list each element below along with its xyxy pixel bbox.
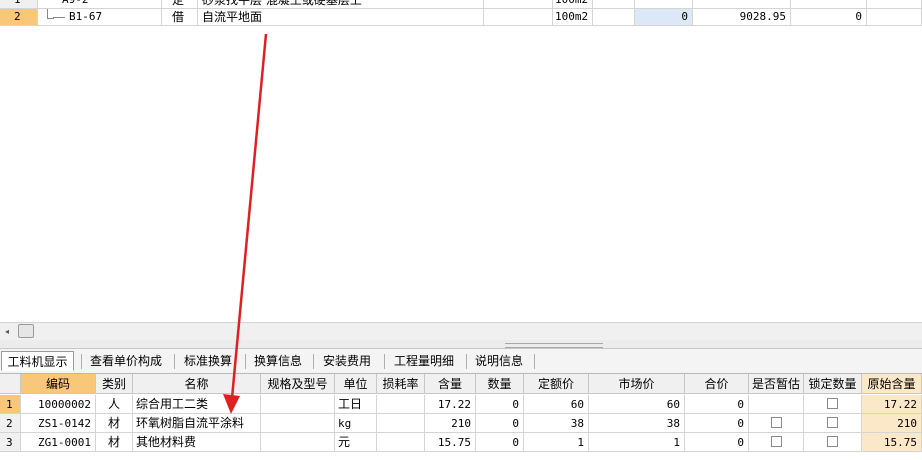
col-header-original-content[interactable]: 原始含量 [862,374,922,394]
tree-line-icon [47,9,54,19]
resource-name[interactable]: 综合用工二类 [133,395,261,414]
quota-unit-price: 9028.95 [693,9,791,25]
quota-total: 0 [791,9,867,25]
resource-category[interactable]: 人 [96,395,133,414]
quota-unit: 100m2 [553,9,593,25]
resource-unit[interactable]: 工日 [335,395,377,414]
resource-quota-price: 1 [524,433,589,452]
tab-conversion-info[interactable]: 换算信息 [248,351,308,371]
grid-empty-area [0,26,922,322]
resource-original-content: 210 [862,414,922,433]
row-index: 3 [0,433,21,452]
quota-name: 砂浆找平层 混凝土或硬基层上 [198,0,484,8]
splitter-grip-icon[interactable] [505,343,603,348]
horizontal-scrollbar[interactable]: ◂ [0,322,922,341]
resource-quantity: 0 [476,433,524,452]
col-header-provisional[interactable]: 是否暂估 [749,374,804,394]
resource-content[interactable]: 210 [425,414,476,433]
scroll-left-icon[interactable]: ◂ [2,326,12,337]
resource-spec[interactable] [261,414,335,433]
col-header-name[interactable]: 名称 [133,374,261,394]
col-header-content[interactable]: 含量 [425,374,476,394]
resource-quantity: 0 [476,414,524,433]
locked-quantity-cell[interactable] [804,414,862,433]
resource-original-content: 17.22 [862,395,922,414]
tab-installation-fee[interactable]: 安装费用 [316,351,378,371]
col-header-total[interactable]: 合价 [685,374,749,394]
col-header-code[interactable]: 编码 [21,374,96,394]
quota-code: B1-67 [69,10,103,23]
col-header-quota-price[interactable]: 定额价 [524,374,589,394]
row-index: 2 [0,9,38,25]
col-header-category[interactable]: 类别 [96,374,133,394]
resource-unit[interactable]: kg [335,414,377,433]
resource-name[interactable]: 其他材料费 [133,433,261,452]
resource-loss-rate[interactable] [377,414,425,433]
resource-code[interactable]: ZS1-0142 [21,414,96,433]
row-index: 2 [0,414,21,433]
resource-category[interactable]: 材 [96,433,133,452]
quota-code-cell: B1-67 [38,9,162,25]
resource-unit[interactable]: 元 [335,433,377,452]
provisional-checkbox[interactable] [770,436,782,447]
locked-quantity-checkbox[interactable] [827,436,838,447]
table-row[interactable]: 1 A9-2 定 砂浆找平层 混凝土或硬基层上 100m2 [0,0,922,9]
resource-quota-price: 38 [524,414,589,433]
resource-loss-rate[interactable] [377,395,425,414]
resource-content[interactable]: 15.75 [425,433,476,452]
resource-content[interactable]: 17.22 [425,395,476,414]
provisional-cell[interactable] [749,433,804,452]
provisional-checkbox[interactable] [770,417,782,428]
resource-loss-rate[interactable] [377,433,425,452]
quota-unit: 100m2 [553,0,593,8]
table-row[interactable]: 1 10000002 人 综合用工二类 工日 17.22 0 60 60 0 1… [0,395,922,414]
tab-labor-material-machine[interactable]: 工料机显示 [1,351,74,371]
quota-type: 定 [162,0,198,8]
locked-quantity-checkbox[interactable] [827,398,838,409]
quota-code: A9-2 [38,0,162,8]
quota-type: 借 [162,9,198,25]
col-header-loss-rate[interactable]: 损耗率 [377,374,425,394]
table-row[interactable]: 2 ZS1-0142 材 环氧树脂自流平涂料 kg 210 0 38 38 0 … [0,414,922,433]
resource-market-price[interactable]: 60 [589,395,685,414]
row-index: 1 [0,395,21,414]
resource-market-price[interactable]: 38 [589,414,685,433]
quota-quantity[interactable]: 0 [635,9,693,25]
top-quota-grid: 1 A9-2 定 砂浆找平层 混凝土或硬基层上 100m2 2 B1-67 借 … [0,0,922,28]
detail-tab-bar: 工料机显示 查看单价构成 标准换算 换算信息 安装费用 工程量明细 说明信息 [0,349,922,374]
tab-standard-conversion[interactable]: 标准换算 [177,351,239,371]
resource-quantity: 0 [476,395,524,414]
resource-spec[interactable] [261,395,335,414]
col-header-unit[interactable]: 单位 [335,374,377,394]
resource-total: 0 [685,433,749,452]
col-header-market-price[interactable]: 市场价 [589,374,685,394]
resource-spec[interactable] [261,433,335,452]
row-index: 1 [0,0,38,8]
panel-splitter[interactable] [0,340,922,349]
resource-total: 0 [685,414,749,433]
provisional-cell [749,395,804,414]
resource-market-price[interactable]: 1 [589,433,685,452]
table-row[interactable]: 2 B1-67 借 自流平地面 100m2 0 9028.95 0 [0,9,922,26]
resource-name[interactable]: 环氧树脂自流平涂料 [133,414,261,433]
resource-code[interactable]: 10000002 [21,395,96,414]
quota-name[interactable]: 自流平地面 [198,9,484,25]
col-header-spec[interactable]: 规格及型号 [261,374,335,394]
resource-quota-price: 60 [524,395,589,414]
tab-description-info[interactable]: 说明信息 [469,351,529,371]
tab-unit-price-composition[interactable]: 查看单价构成 [84,351,168,371]
tab-quantity-detail[interactable]: 工程量明细 [387,351,461,371]
locked-quantity-checkbox[interactable] [827,417,838,428]
resource-total: 0 [685,395,749,414]
resource-code[interactable]: ZG1-0001 [21,433,96,452]
resource-category[interactable]: 材 [96,414,133,433]
locked-quantity-cell[interactable] [804,433,862,452]
table-row[interactable]: 3 ZG1-0001 材 其他材料费 元 15.75 0 1 1 0 15.75 [0,433,922,452]
col-header-locked-quantity[interactable]: 锁定数量 [804,374,862,394]
scrollbar-thumb[interactable] [18,324,34,338]
col-header-quantity[interactable]: 数量 [476,374,524,394]
resource-original-content: 15.75 [862,433,922,452]
locked-quantity-cell[interactable] [804,395,862,414]
provisional-cell[interactable] [749,414,804,433]
